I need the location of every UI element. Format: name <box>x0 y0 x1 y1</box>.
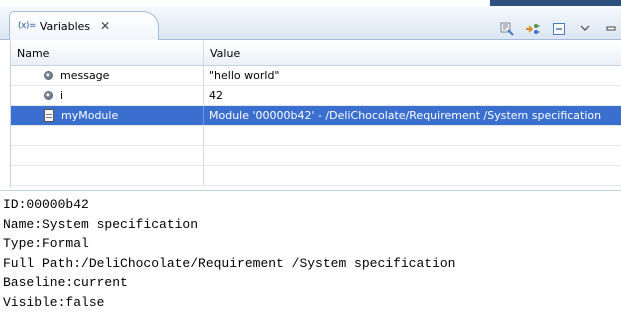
detail-line-baseline: Baseline:current <box>3 275 128 291</box>
empty-cell <box>204 146 621 165</box>
empty-cell <box>11 126 204 145</box>
view-tab-bar: (x)= Variables ✕ <box>0 6 621 40</box>
detail-line-visible: Visible:false <box>3 294 105 310</box>
empty-cell <box>204 166 621 185</box>
empty-row <box>11 126 621 146</box>
variables-view-icon: (x)= <box>18 21 36 31</box>
collapse-all-icon[interactable] <box>551 21 567 37</box>
table-row[interactable]: message "hello world" <box>11 66 621 86</box>
empty-cell <box>11 166 204 185</box>
value-cell: Module '00000b42' - /DeliChocolate/Requi… <box>209 109 602 122</box>
column-header-value[interactable]: Value <box>204 41 621 65</box>
view-toolbar <box>499 20 621 38</box>
view-menu-icon[interactable] <box>577 21 593 37</box>
column-header-name[interactable]: Name <box>11 41 204 65</box>
variable-name: myModule <box>61 109 119 122</box>
local-variable-icon <box>44 91 53 100</box>
value-cell: "hello world" <box>209 69 280 82</box>
variables-table: Name Value message "hello world" i 42 my… <box>10 41 621 188</box>
variable-name: i <box>60 89 64 102</box>
document-icon <box>44 109 54 122</box>
name-cell: i <box>11 86 204 105</box>
empty-cell <box>204 126 621 145</box>
minimize-icon[interactable] <box>603 21 619 37</box>
table-row[interactable]: i 42 <box>11 86 621 106</box>
empty-cell <box>11 146 204 165</box>
table-header: Name Value <box>11 41 621 66</box>
detail-line-type: Type:Formal <box>3 236 89 252</box>
variable-name: message <box>60 69 110 82</box>
name-cell: myModule <box>11 106 204 125</box>
empty-row <box>11 146 621 166</box>
tab-title: Variables <box>39 19 91 33</box>
detail-line-id: ID:00000b42 <box>3 197 89 212</box>
name-cell: message <box>11 66 204 85</box>
detail-line-full-path: Full Path:/DeliChocolate/Requirement /Sy… <box>3 255 456 271</box>
show-logical-structure-icon[interactable] <box>525 21 541 37</box>
tab-variables[interactable]: (x)= Variables ✕ <box>9 11 159 40</box>
table-row-selected[interactable]: myModule Module '00000b42' - /DeliChocol… <box>11 106 621 126</box>
empty-row <box>11 166 621 186</box>
local-variable-icon <box>44 71 53 80</box>
close-icon[interactable]: ✕ <box>100 19 110 33</box>
value-cell: 42 <box>209 89 223 102</box>
detail-line-name: Name:System specification <box>3 216 199 232</box>
show-type-names-icon[interactable] <box>499 21 515 37</box>
details-pane[interactable]: ID:00000b42 Name:System specification Ty… <box>0 190 621 330</box>
